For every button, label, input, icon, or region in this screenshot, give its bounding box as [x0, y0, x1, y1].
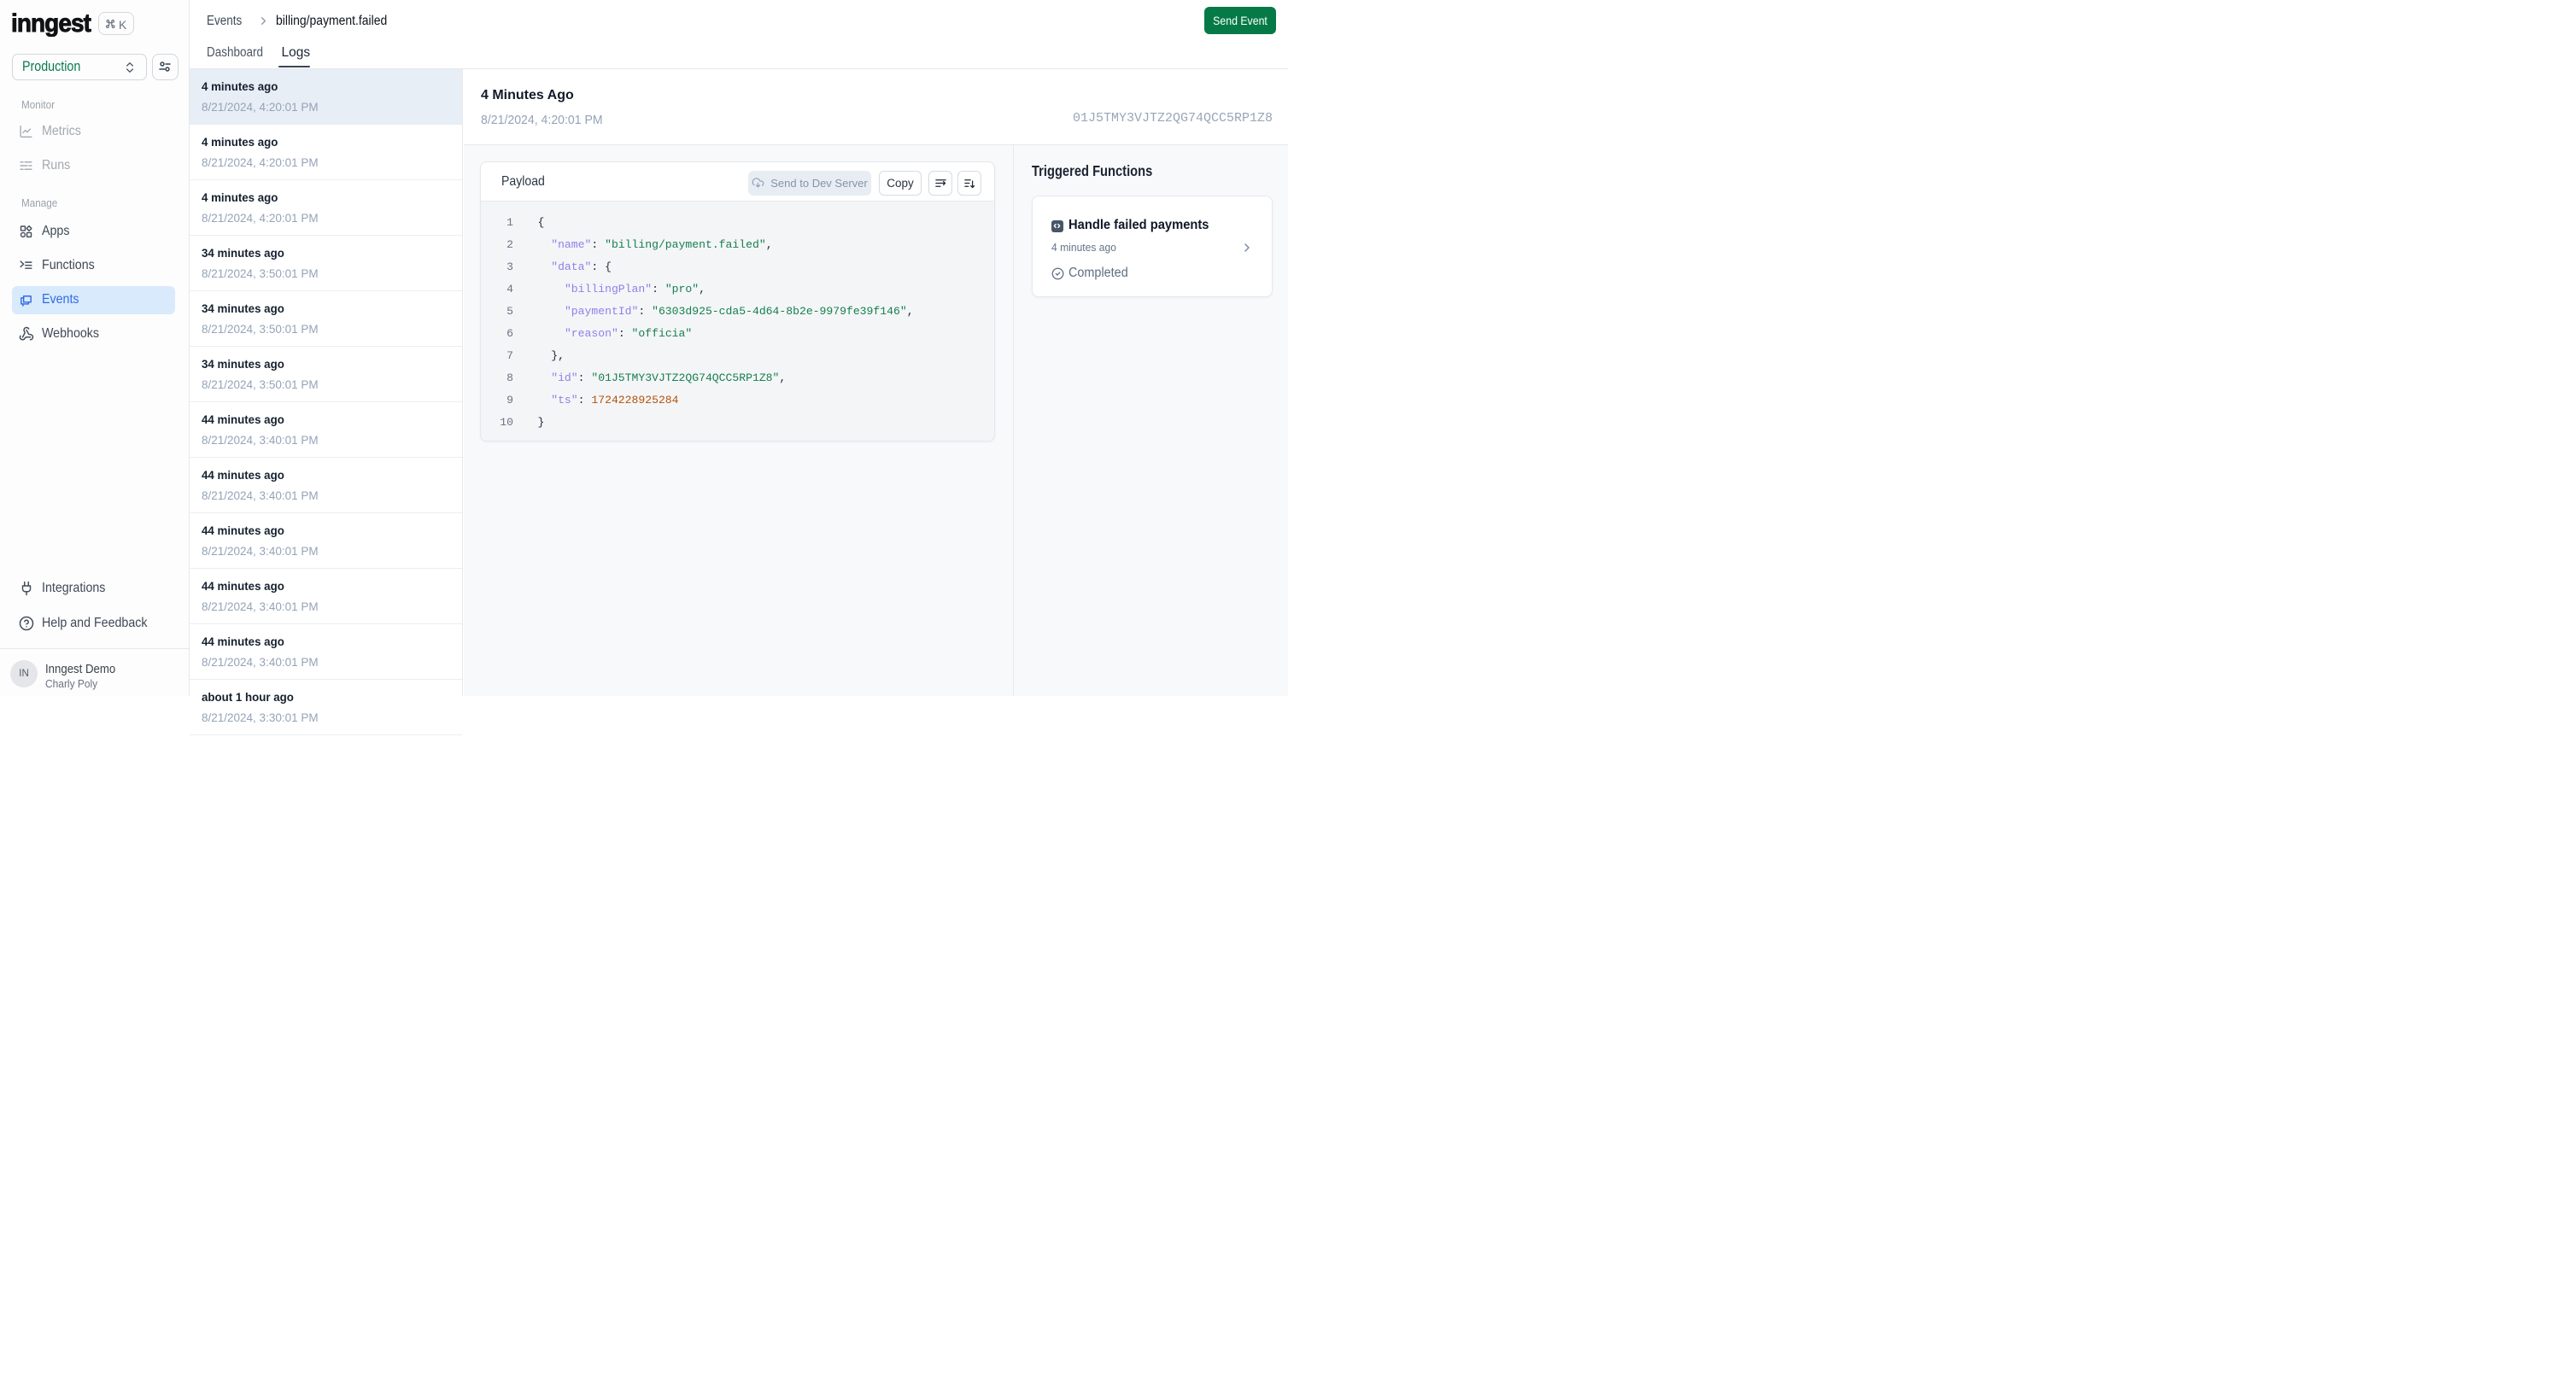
svg-text:inngest: inngest: [11, 9, 91, 37]
